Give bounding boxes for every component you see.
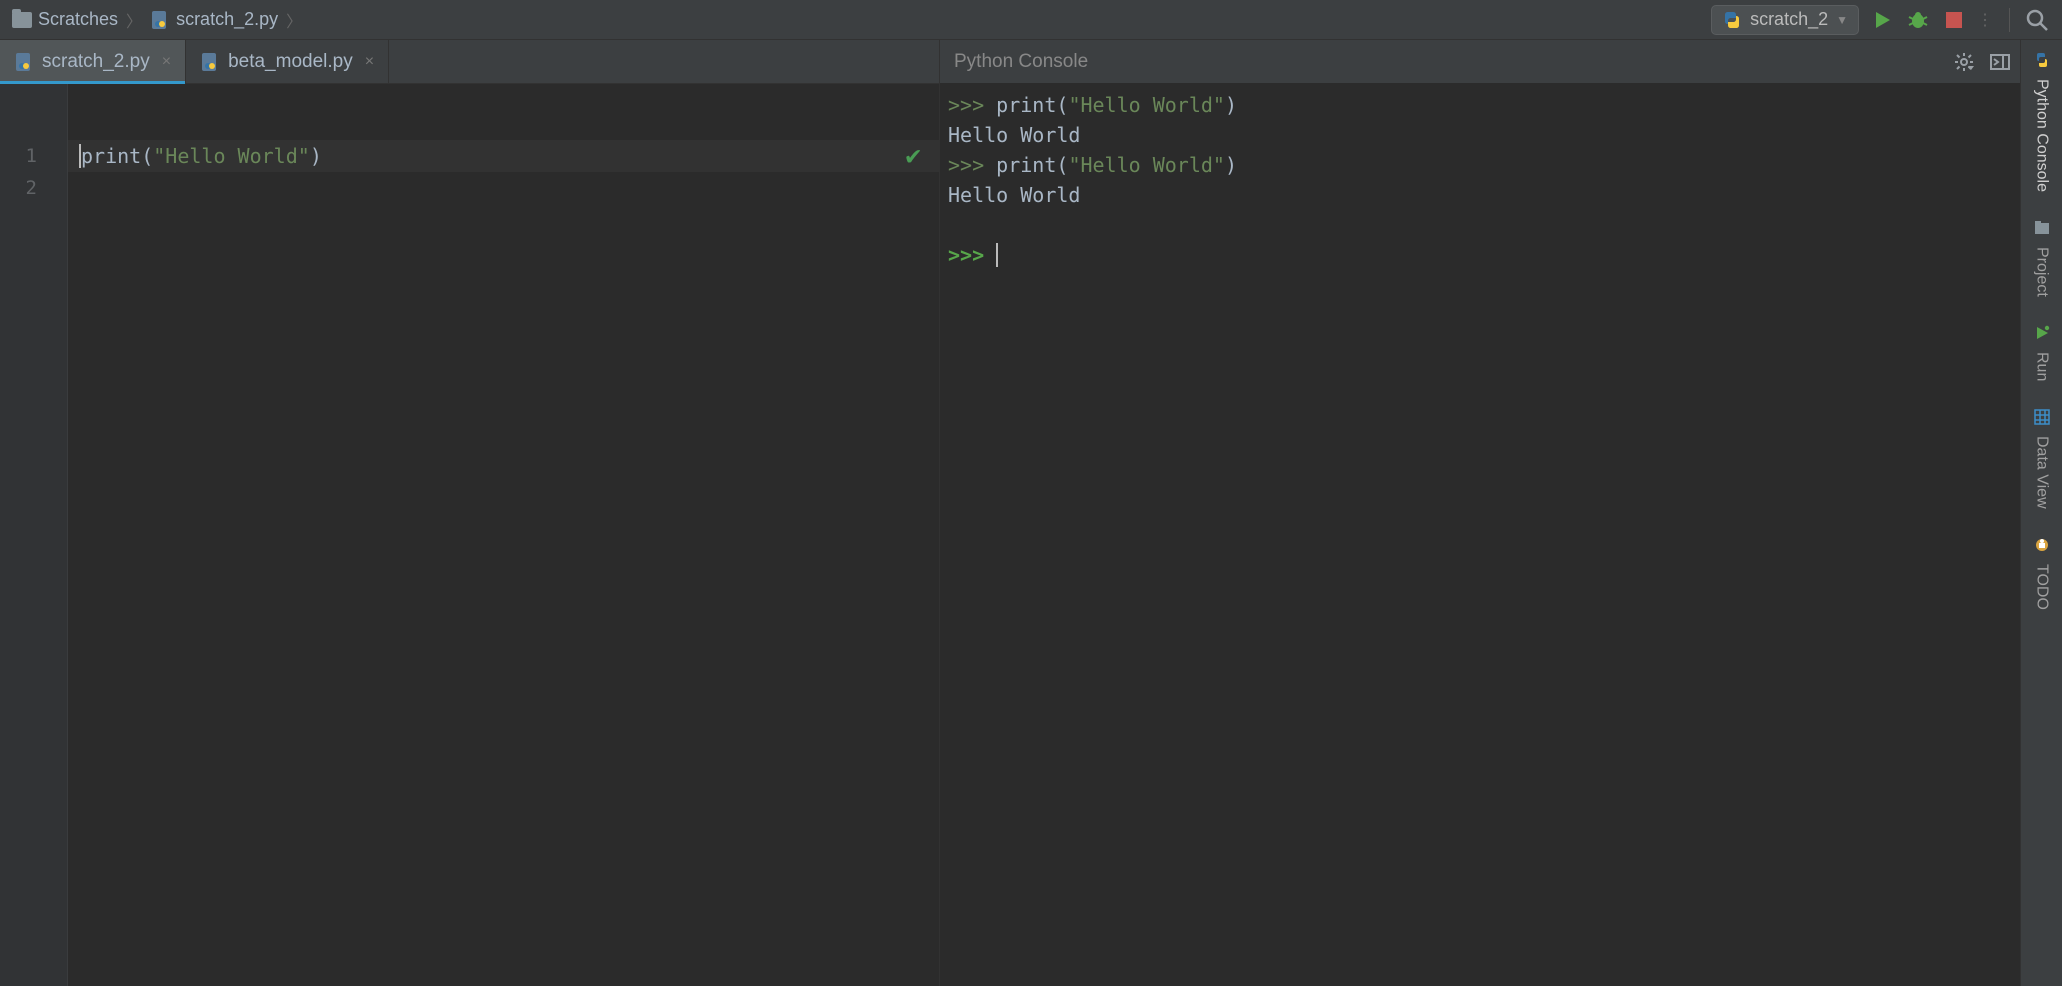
hide-panel-icon[interactable]	[1990, 54, 2010, 70]
python-file-icon	[1722, 10, 1742, 30]
stop-button[interactable]	[1941, 7, 1967, 33]
editor-tab-label: scratch_2.py	[42, 51, 150, 73]
console-body[interactable]: >>> print("Hello World") Hello World >>>…	[940, 84, 2020, 986]
python-console-pane: Python Console >>> print("Hello World") …	[940, 40, 2020, 986]
breadcrumb-file[interactable]: scratch_2.py	[150, 9, 278, 30]
breadcrumb-folder-label: Scratches	[38, 9, 118, 30]
python-icon	[2034, 52, 2050, 73]
run-button[interactable]	[1869, 7, 1895, 33]
editor-tab-label: beta_model.py	[228, 51, 353, 73]
folder-icon	[12, 12, 32, 28]
toolbar-overflow-icon[interactable]: ⋮	[1977, 10, 1995, 30]
code-token-call: print	[81, 144, 141, 168]
project-icon	[2034, 220, 2050, 241]
console-input-line: >>> print("Hello World")	[948, 150, 2012, 180]
close-tab-icon[interactable]: ×	[158, 53, 171, 71]
search-button[interactable]	[2024, 7, 2050, 33]
debug-button[interactable]	[1905, 7, 1931, 33]
editor-tab-scratch-2[interactable]: scratch_2.py ×	[0, 40, 186, 83]
separator	[2009, 8, 2010, 32]
code-token-string: "Hello World"	[153, 144, 310, 168]
toolstrip-python-console[interactable]: Python Console	[2033, 52, 2051, 192]
console-title: Python Console	[954, 51, 1088, 73]
breadcrumb-file-label: scratch_2.py	[176, 9, 278, 30]
breadcrumb-folder[interactable]: Scratches	[12, 9, 118, 30]
toolstrip-project[interactable]: Project	[2033, 220, 2051, 297]
console-output-line: Hello World	[948, 120, 2012, 150]
breadcrumb-separator-icon: 〉	[122, 8, 146, 32]
editor-pane: scratch_2.py × beta_model.py × 1 2 p	[0, 40, 940, 986]
console-header: Python Console	[940, 40, 2020, 84]
editor-gutter: 1 2	[0, 84, 68, 986]
editor-tab-bar: scratch_2.py × beta_model.py ×	[0, 40, 939, 84]
line-number: 2	[0, 172, 67, 204]
toolstrip-todo[interactable]: TODO	[2033, 537, 2051, 610]
breadcrumbs: Scratches 〉 scratch_2.py 〉	[4, 8, 306, 32]
top-toolbar: Scratches 〉 scratch_2.py 〉 scratch_2 ▼	[0, 0, 2062, 40]
code-area[interactable]: print("Hello World") ✔	[68, 84, 939, 986]
toolstrip-label: Project	[2033, 247, 2051, 297]
todo-icon	[2034, 537, 2050, 558]
toolbar-right: scratch_2 ▼ ⋮	[1711, 5, 2058, 35]
python-file-icon	[14, 52, 34, 72]
run-configuration-label: scratch_2	[1750, 9, 1828, 30]
toolstrip-label: Run	[2033, 352, 2051, 381]
python-file-icon	[200, 52, 220, 72]
dropdown-triangle-icon: ▼	[1836, 13, 1848, 27]
code-line[interactable]: print("Hello World")	[68, 140, 939, 172]
toolstrip-run[interactable]: Run	[2033, 325, 2051, 381]
console-input-line: >>> print("Hello World")	[948, 90, 2012, 120]
console-active-prompt[interactable]: >>>	[948, 240, 2012, 270]
line-number: 1	[0, 140, 67, 172]
run-configuration-selector[interactable]: scratch_2 ▼	[1711, 5, 1859, 35]
settings-icon[interactable]	[1954, 52, 1974, 72]
console-prompt: >>>	[948, 243, 996, 267]
console-toolbar	[1954, 52, 2010, 72]
console-prompt: >>>	[948, 153, 996, 177]
data-view-icon	[2034, 409, 2050, 430]
inspection-ok-icon[interactable]: ✔	[905, 140, 921, 172]
python-file-icon	[150, 10, 170, 30]
console-prompt: >>>	[948, 93, 996, 117]
toolstrip-label: Data View	[2033, 436, 2051, 509]
close-tab-icon[interactable]: ×	[361, 53, 374, 71]
toolstrip-data-view[interactable]: Data View	[2033, 409, 2051, 509]
editor-body[interactable]: 1 2 print("Hello World") ✔	[0, 84, 939, 986]
run-icon	[2034, 325, 2050, 346]
editor-tab-beta-model[interactable]: beta_model.py ×	[186, 40, 389, 83]
console-blank-line	[948, 210, 2012, 240]
toolstrip-label: Python Console	[2033, 79, 2051, 192]
right-tool-strip: Python Console Project Run Data View	[2020, 40, 2062, 986]
toolstrip-label: TODO	[2033, 564, 2051, 610]
breadcrumb-separator-icon: 〉	[282, 8, 306, 32]
console-output-line: Hello World	[948, 180, 2012, 210]
